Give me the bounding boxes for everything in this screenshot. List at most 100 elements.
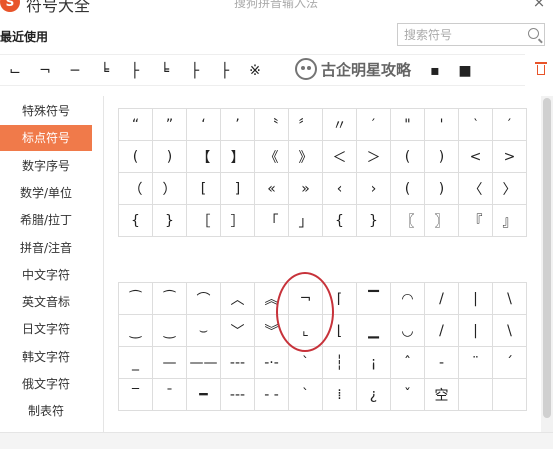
symbol-cell[interactable]: 空: [424, 378, 459, 411]
symbol-cell[interactable]: {: [322, 204, 357, 237]
symbol-cell[interactable]: 〃: [322, 108, 357, 141]
symbol-cell[interactable]: ': [424, 108, 459, 141]
symbol-cell[interactable]: ): [152, 140, 187, 173]
recent-symbol[interactable]: ─: [60, 55, 90, 87]
symbol-cell[interactable]: ［: [186, 204, 221, 237]
sidebar-category-item[interactable]: 数字序号: [0, 153, 92, 179]
symbol-cell[interactable]: ˆ: [390, 346, 425, 379]
symbol-cell[interactable]: ＜: [322, 140, 357, 173]
symbol-cell[interactable]: ︿: [220, 282, 255, 315]
recent-symbol[interactable]: ⌙: [0, 55, 30, 87]
sidebar-category-item[interactable]: 数学/单位: [0, 180, 92, 206]
symbol-cell[interactable]: ︾: [254, 314, 289, 347]
symbol-cell[interactable]: \: [492, 282, 527, 315]
symbol-cell[interactable]: ⁀: [152, 282, 187, 315]
symbol-cell[interactable]: ¬: [288, 282, 323, 315]
symbol-cell[interactable]: ⁀: [118, 282, 153, 315]
symbol-cell[interactable]: ）: [152, 172, 187, 205]
symbol-cell[interactable]: （: [118, 172, 153, 205]
symbol-cell[interactable]: ): [424, 140, 459, 173]
symbol-cell[interactable]: ---: [220, 346, 255, 379]
close-button[interactable]: ×: [528, 0, 550, 12]
symbol-cell[interactable]: \: [492, 314, 527, 347]
symbol-cell[interactable]: ‹: [322, 172, 357, 205]
symbol-cell[interactable]: 『: [458, 204, 493, 237]
symbol-cell[interactable]: 〈: [458, 172, 493, 205]
symbol-cell[interactable]: ‾: [118, 378, 153, 411]
symbol-cell[interactable]: »: [288, 172, 323, 205]
search-icon[interactable]: [528, 28, 539, 39]
symbol-cell[interactable]: 〉: [492, 172, 527, 205]
symbol-cell[interactable]: ▁: [356, 314, 391, 347]
symbol-cell[interactable]: ¯: [152, 378, 187, 411]
symbol-cell[interactable]: ]: [220, 172, 255, 205]
recent-symbol[interactable]: ├: [210, 55, 240, 87]
symbol-cell[interactable]: ┆: [322, 346, 357, 379]
symbol-cell[interactable]: ′: [492, 108, 527, 141]
symbol-cell[interactable]: -: [424, 346, 459, 379]
sidebar-category-item[interactable]: 英文音标: [0, 289, 92, 315]
symbol-cell[interactable]: /: [424, 314, 459, 347]
symbol-cell[interactable]: 』: [492, 204, 527, 237]
symbol-cell[interactable]: >: [492, 140, 527, 173]
symbol-cell[interactable]: ¨: [458, 346, 493, 379]
symbol-cell[interactable]: }: [152, 204, 187, 237]
symbol-cell[interactable]: -·-: [254, 346, 289, 379]
recent-symbol[interactable]: ╘: [150, 55, 180, 87]
symbol-cell[interactable]: ‘: [186, 108, 221, 141]
symbol-cell[interactable]: [458, 378, 493, 411]
symbol-cell[interactable]: ‿: [118, 314, 153, 347]
symbol-cell[interactable]: ‿: [152, 314, 187, 347]
symbol-cell[interactable]: 〗: [424, 204, 459, 237]
recent-symbol[interactable]: ╘: [90, 55, 120, 87]
symbol-cell[interactable]: 》: [288, 140, 323, 173]
symbol-cell[interactable]: (: [390, 140, 425, 173]
symbol-cell[interactable]: 〖: [390, 204, 425, 237]
symbol-cell[interactable]: “: [118, 108, 153, 141]
recent-symbol[interactable]: ├: [120, 55, 150, 87]
symbol-cell[interactable]: |: [458, 282, 493, 315]
symbol-cell[interactable]: ---: [220, 378, 255, 411]
symbol-cell[interactable]: 】: [220, 140, 255, 173]
symbol-cell[interactable]: (: [390, 172, 425, 205]
recent-symbol[interactable]: ■: [450, 55, 480, 87]
symbol-cell[interactable]: ′: [356, 108, 391, 141]
recent-symbol[interactable]: ※: [240, 55, 270, 87]
sidebar-category-item[interactable]: 中文字符: [0, 262, 92, 288]
symbol-cell[interactable]: ˇ: [390, 378, 425, 411]
symbol-cell[interactable]: ‵: [458, 108, 493, 141]
symbol-cell[interactable]: ¡: [356, 346, 391, 379]
symbol-cell[interactable]: ◠: [390, 282, 425, 315]
sidebar-category-item[interactable]: 标点符号: [0, 125, 92, 152]
symbol-cell[interactable]: |: [458, 314, 493, 347]
symbol-cell[interactable]: ¿: [356, 378, 391, 411]
symbol-cell[interactable]: 〞: [288, 108, 323, 141]
symbol-cell[interactable]: [: [186, 172, 221, 205]
symbol-cell[interactable]: ⌒: [186, 282, 221, 315]
symbol-cell[interactable]: [492, 378, 527, 411]
symbol-cell[interactable]: ——: [186, 346, 221, 379]
sidebar-category-item[interactable]: 俄文字符: [0, 371, 92, 397]
symbol-cell[interactable]: ⌊: [322, 314, 357, 347]
symbol-cell[interactable]: ˋ: [288, 378, 323, 411]
symbol-cell[interactable]: {: [118, 204, 153, 237]
symbol-cell[interactable]: (: [118, 140, 153, 173]
recent-symbol[interactable]: ▪: [420, 55, 450, 87]
symbol-cell[interactable]: ＞: [356, 140, 391, 173]
symbol-cell[interactable]: 」: [288, 204, 323, 237]
trash-icon[interactable]: [535, 62, 547, 76]
sidebar-category-item[interactable]: 拼音/注音: [0, 235, 92, 261]
symbol-cell[interactable]: ━: [186, 378, 221, 411]
search-box[interactable]: [397, 23, 545, 46]
symbol-cell[interactable]: ’: [220, 108, 255, 141]
sidebar-category-item[interactable]: 制表符: [0, 398, 92, 424]
symbol-cell[interactable]: ︽: [254, 282, 289, 315]
symbol-cell[interactable]: - -: [254, 378, 289, 411]
vertical-scrollbar[interactable]: [541, 96, 553, 432]
scrollbar-thumb[interactable]: [543, 98, 551, 418]
sidebar-category-item[interactable]: 特殊符号: [0, 98, 92, 124]
symbol-cell[interactable]: _: [118, 346, 153, 379]
symbol-cell[interactable]: —: [152, 346, 187, 379]
symbol-cell[interactable]: ◡: [390, 314, 425, 347]
symbol-cell[interactable]: <: [458, 140, 493, 173]
